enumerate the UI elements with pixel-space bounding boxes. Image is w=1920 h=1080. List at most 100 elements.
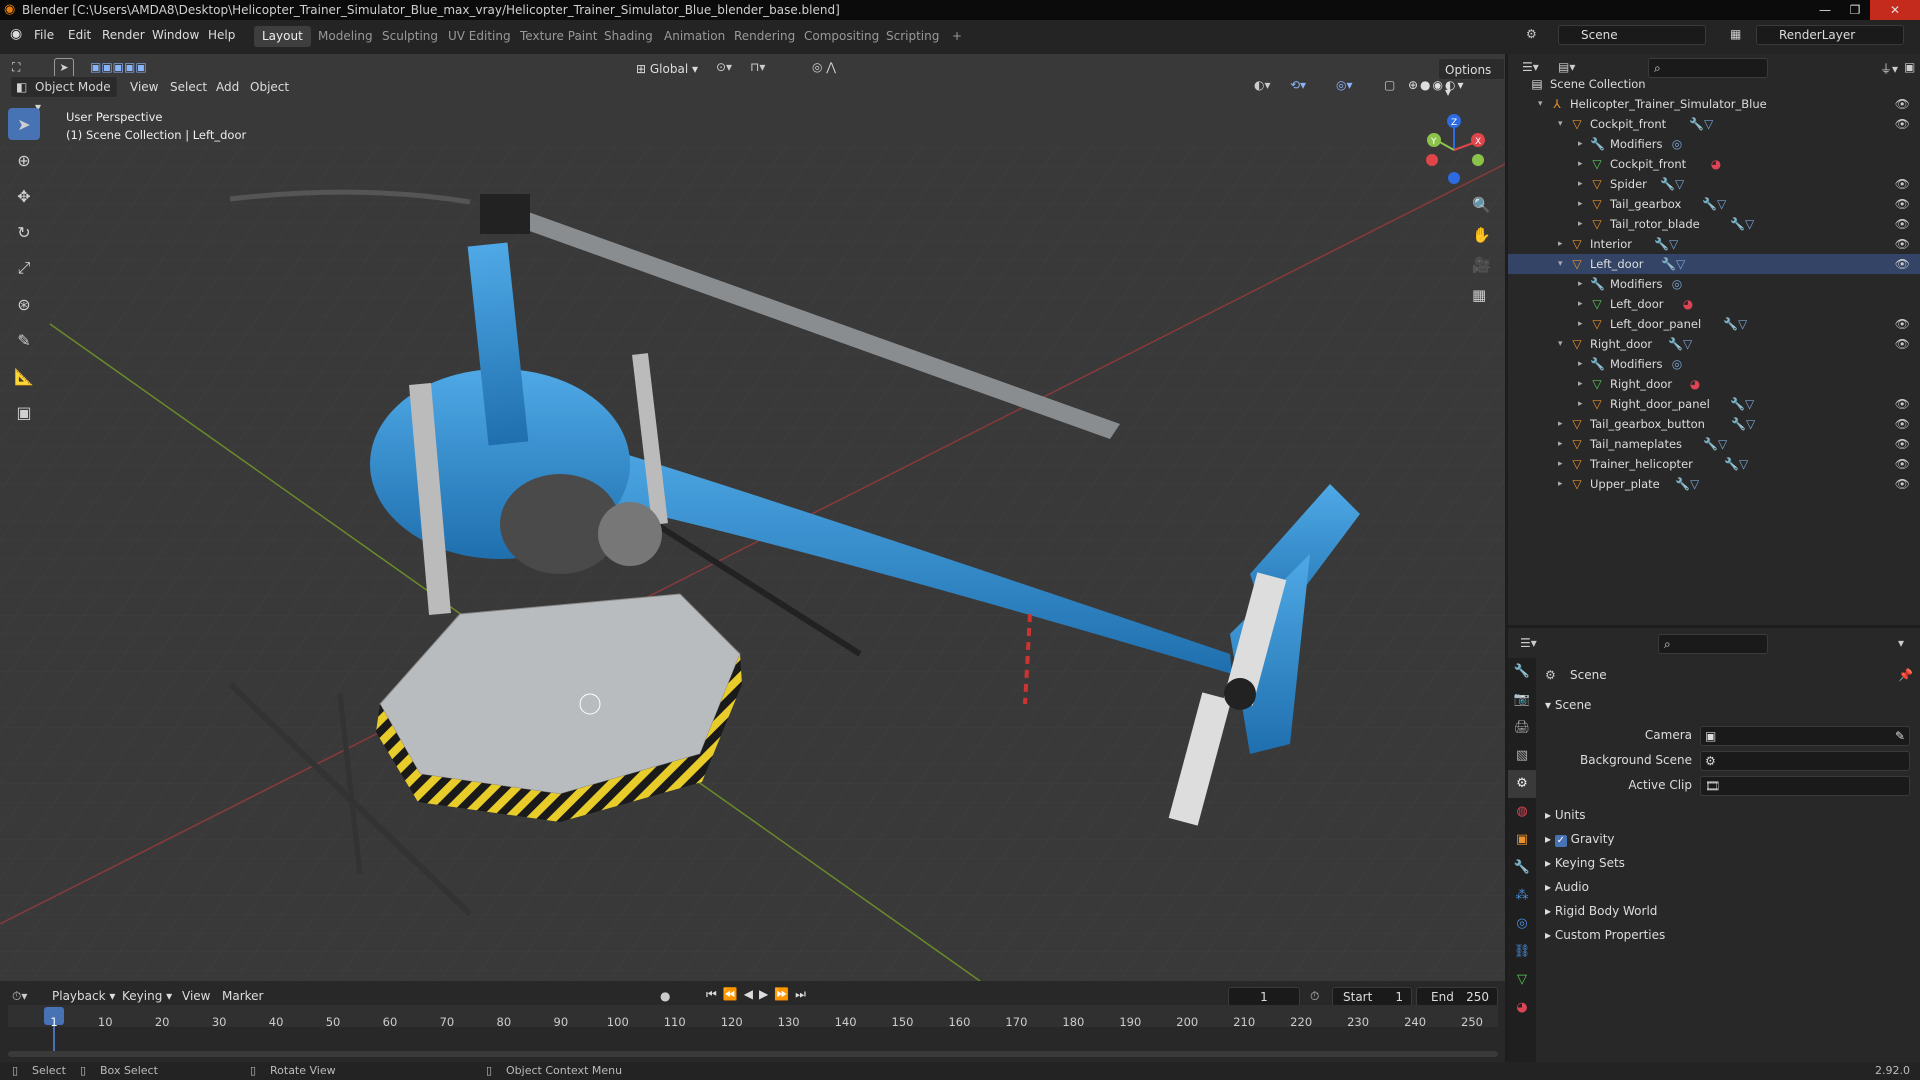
menu-file[interactable]: File [34, 28, 54, 42]
marker-menu[interactable]: Marker [216, 985, 269, 1007]
tab-animation[interactable]: Animation [656, 26, 733, 47]
overlay-toggle-icon[interactable]: ◎▾ [1336, 78, 1353, 92]
menu-help[interactable]: Help [208, 28, 235, 42]
outliner-item[interactable]: ▸ ▽ Trainer_helicopter 🔧▽ 👁 [1508, 454, 1920, 474]
annotate-tool-icon[interactable]: ✎ [8, 324, 40, 356]
world-tab-icon[interactable]: ◍ [1508, 798, 1536, 826]
maximize-icon[interactable]: ❐ [1840, 0, 1870, 20]
minimize-icon[interactable]: — [1810, 0, 1840, 20]
scale-tool-icon[interactable]: ⤢ [8, 252, 40, 284]
visibility-eye-icon[interactable]: 👁 [1895, 474, 1910, 494]
playback-controls[interactable]: ⏮⏪◀▶⏩⏭ [706, 987, 812, 1002]
expand-arrow-icon[interactable]: ▸ [1578, 294, 1588, 314]
camera-view-icon[interactable]: 🎥 [1472, 256, 1491, 274]
menu-view[interactable]: View [124, 76, 164, 98]
viewport-scene[interactable] [0, 54, 1505, 981]
expand-arrow-icon[interactable]: ▸ [1578, 274, 1588, 294]
physics-tab-icon[interactable]: ◎ [1508, 910, 1536, 938]
current-frame-field[interactable]: 1 [1228, 987, 1300, 1007]
navigation-gizmo[interactable]: Z X Y [1422, 112, 1492, 188]
preview-range-icon[interactable]: ⏱ [1310, 989, 1319, 1004]
snap-icon[interactable]: ⊓▾ [750, 60, 765, 74]
gravity-checkbox[interactable]: ✓ [1554, 835, 1567, 847]
expand-arrow-icon[interactable]: ▸ [1578, 314, 1588, 334]
expand-arrow-icon[interactable]: ▾ [1538, 94, 1548, 114]
visibility-eye-icon[interactable]: 👁 [1895, 414, 1910, 434]
move-tool-icon[interactable]: ✥ [8, 180, 40, 212]
expand-arrow-icon[interactable]: ▸ [1558, 434, 1568, 454]
outliner-editor-icon[interactable]: ☰▾ [1522, 60, 1539, 74]
outliner-item[interactable]: ▸ ▽ Spider 🔧▽ 👁 [1508, 174, 1920, 194]
visibility-eye-icon[interactable]: 👁 [1895, 314, 1910, 334]
scene-selector[interactable]: Scene [1558, 25, 1706, 45]
expand-arrow-icon[interactable]: ▸ [1558, 414, 1568, 434]
outliner-item[interactable]: ▾ ▽ Left_door 🔧▽ 👁 [1508, 254, 1920, 274]
audio-panel-header[interactable]: ▸ Audio [1545, 880, 1589, 894]
cursor-tool-icon[interactable]: ⊕ [8, 144, 40, 176]
outliner-item[interactable]: ▸ ▽ Tail_gearbox 🔧▽ 👁 [1508, 194, 1920, 214]
particles-tab-icon[interactable]: ⁂ [1508, 882, 1536, 910]
rigid-body-world-panel-header[interactable]: ▸ Rigid Body World [1545, 904, 1657, 918]
measure-tool-icon[interactable]: 📐 [8, 360, 40, 392]
rotate-tool-icon[interactable]: ↻ [8, 216, 40, 248]
display-mode-icon[interactable]: ▤▾ [1558, 60, 1575, 74]
outliner-item[interactable]: ▸ ▽ Left_door ◕ [1508, 294, 1920, 314]
outliner-item[interactable]: ▸ 🔧 Modifiers ◎ [1508, 134, 1920, 154]
expand-arrow-icon[interactable]: ▾ [1558, 114, 1568, 134]
view-layer-tab-icon[interactable]: ▧ [1508, 742, 1536, 770]
modifier-tab-icon[interactable]: 🔧 [1508, 854, 1536, 882]
outliner-item[interactable]: ▸ 🔧 Modifiers ◎ [1508, 274, 1920, 294]
outliner-item[interactable]: ▸ ▽ Tail_gearbox_button 🔧▽ 👁 [1508, 414, 1920, 434]
outliner-root[interactable]: ▤ Scene Collection [1508, 74, 1920, 94]
visibility-eye-icon[interactable]: 👁 [1895, 214, 1910, 234]
scene-panel-header[interactable]: ▾ Scene [1545, 698, 1591, 712]
visibility-eye-icon[interactable]: 👁 [1895, 114, 1910, 134]
shading-mode-icons[interactable]: ⊕●◉◐▾ [1408, 78, 1466, 92]
constraints-tab-icon[interactable]: ⛓ [1508, 938, 1536, 966]
transform-tool-icon[interactable]: ⊛ [8, 288, 40, 320]
menu-object[interactable]: Object [244, 76, 295, 98]
visibility-eye-icon[interactable]: 👁 [1895, 254, 1910, 274]
eyedropper-icon[interactable]: ✎ [1895, 727, 1905, 745]
timeline-scrollbar[interactable] [8, 1051, 1498, 1057]
keying-sets-panel-header[interactable]: ▸ Keying Sets [1545, 856, 1625, 870]
playback-menu[interactable]: Playback ▾ [46, 985, 121, 1007]
gravity-panel-header[interactable]: ▸ ✓ Gravity [1545, 832, 1615, 847]
expand-arrow-icon[interactable]: ▸ [1578, 374, 1588, 394]
visibility-eye-icon[interactable]: 👁 [1895, 234, 1910, 254]
properties-editor-icon[interactable]: ☰▾ [1520, 636, 1537, 650]
tool-tab-icon[interactable]: 🔧 [1508, 658, 1536, 686]
units-panel-header[interactable]: ▸ Units [1545, 808, 1586, 822]
ortho-toggle-icon[interactable]: ▦ [1472, 286, 1486, 304]
visibility-eye-icon[interactable]: 👁 [1895, 394, 1910, 414]
expand-arrow-icon[interactable]: ▸ [1578, 174, 1588, 194]
tab-modeling[interactable]: Modeling [310, 26, 381, 47]
menu-render[interactable]: Render [102, 28, 145, 42]
visibility-eye-icon[interactable]: 👁 [1895, 454, 1910, 474]
outliner-item[interactable]: ▸ ▽ Tail_rotor_blade 🔧▽ 👁 [1508, 214, 1920, 234]
material-tab-icon[interactable]: ◕ [1508, 994, 1536, 1022]
object-tab-icon[interactable]: ▣ [1508, 826, 1536, 854]
close-icon[interactable]: ✕ [1870, 0, 1920, 20]
expand-arrow-icon[interactable]: ▸ [1558, 454, 1568, 474]
expand-arrow-icon[interactable]: ▸ [1578, 394, 1588, 414]
visibility-icon[interactable]: ◐▾ [1254, 78, 1271, 92]
select-box-tool-icon[interactable]: ➤ [8, 108, 40, 140]
transform-orientation[interactable]: ⊞ Global ▾ [630, 58, 704, 80]
visibility-eye-icon[interactable]: 👁 [1895, 194, 1910, 214]
background-scene-field[interactable]: ⚙ [1700, 751, 1910, 771]
properties-search-input[interactable]: ⌕ [1658, 634, 1768, 654]
data-tab-icon[interactable]: ▽ [1508, 966, 1536, 994]
options-dropdown[interactable]: Options ▾ [1438, 58, 1505, 99]
output-tab-icon[interactable]: 🖨 [1508, 714, 1536, 742]
end-frame-field[interactable]: End 250 [1416, 987, 1498, 1007]
pin-icon[interactable]: 📌 [1898, 668, 1913, 682]
object-mode-dropdown[interactable]: ◧ Object Mode ▾ [10, 76, 118, 114]
properties-options-icon[interactable]: ▾ [1898, 636, 1904, 650]
expand-arrow-icon[interactable]: ▸ [1578, 194, 1588, 214]
pan-hand-icon[interactable]: ✋ [1472, 226, 1491, 244]
expand-arrow-icon[interactable]: ▾ [1558, 254, 1568, 274]
outliner-item[interactable]: ▸ 🔧 Modifiers ◎ [1508, 354, 1920, 374]
tab-texture-paint[interactable]: Texture Paint [512, 26, 605, 47]
expand-arrow-icon[interactable]: ▾ [1558, 334, 1568, 354]
